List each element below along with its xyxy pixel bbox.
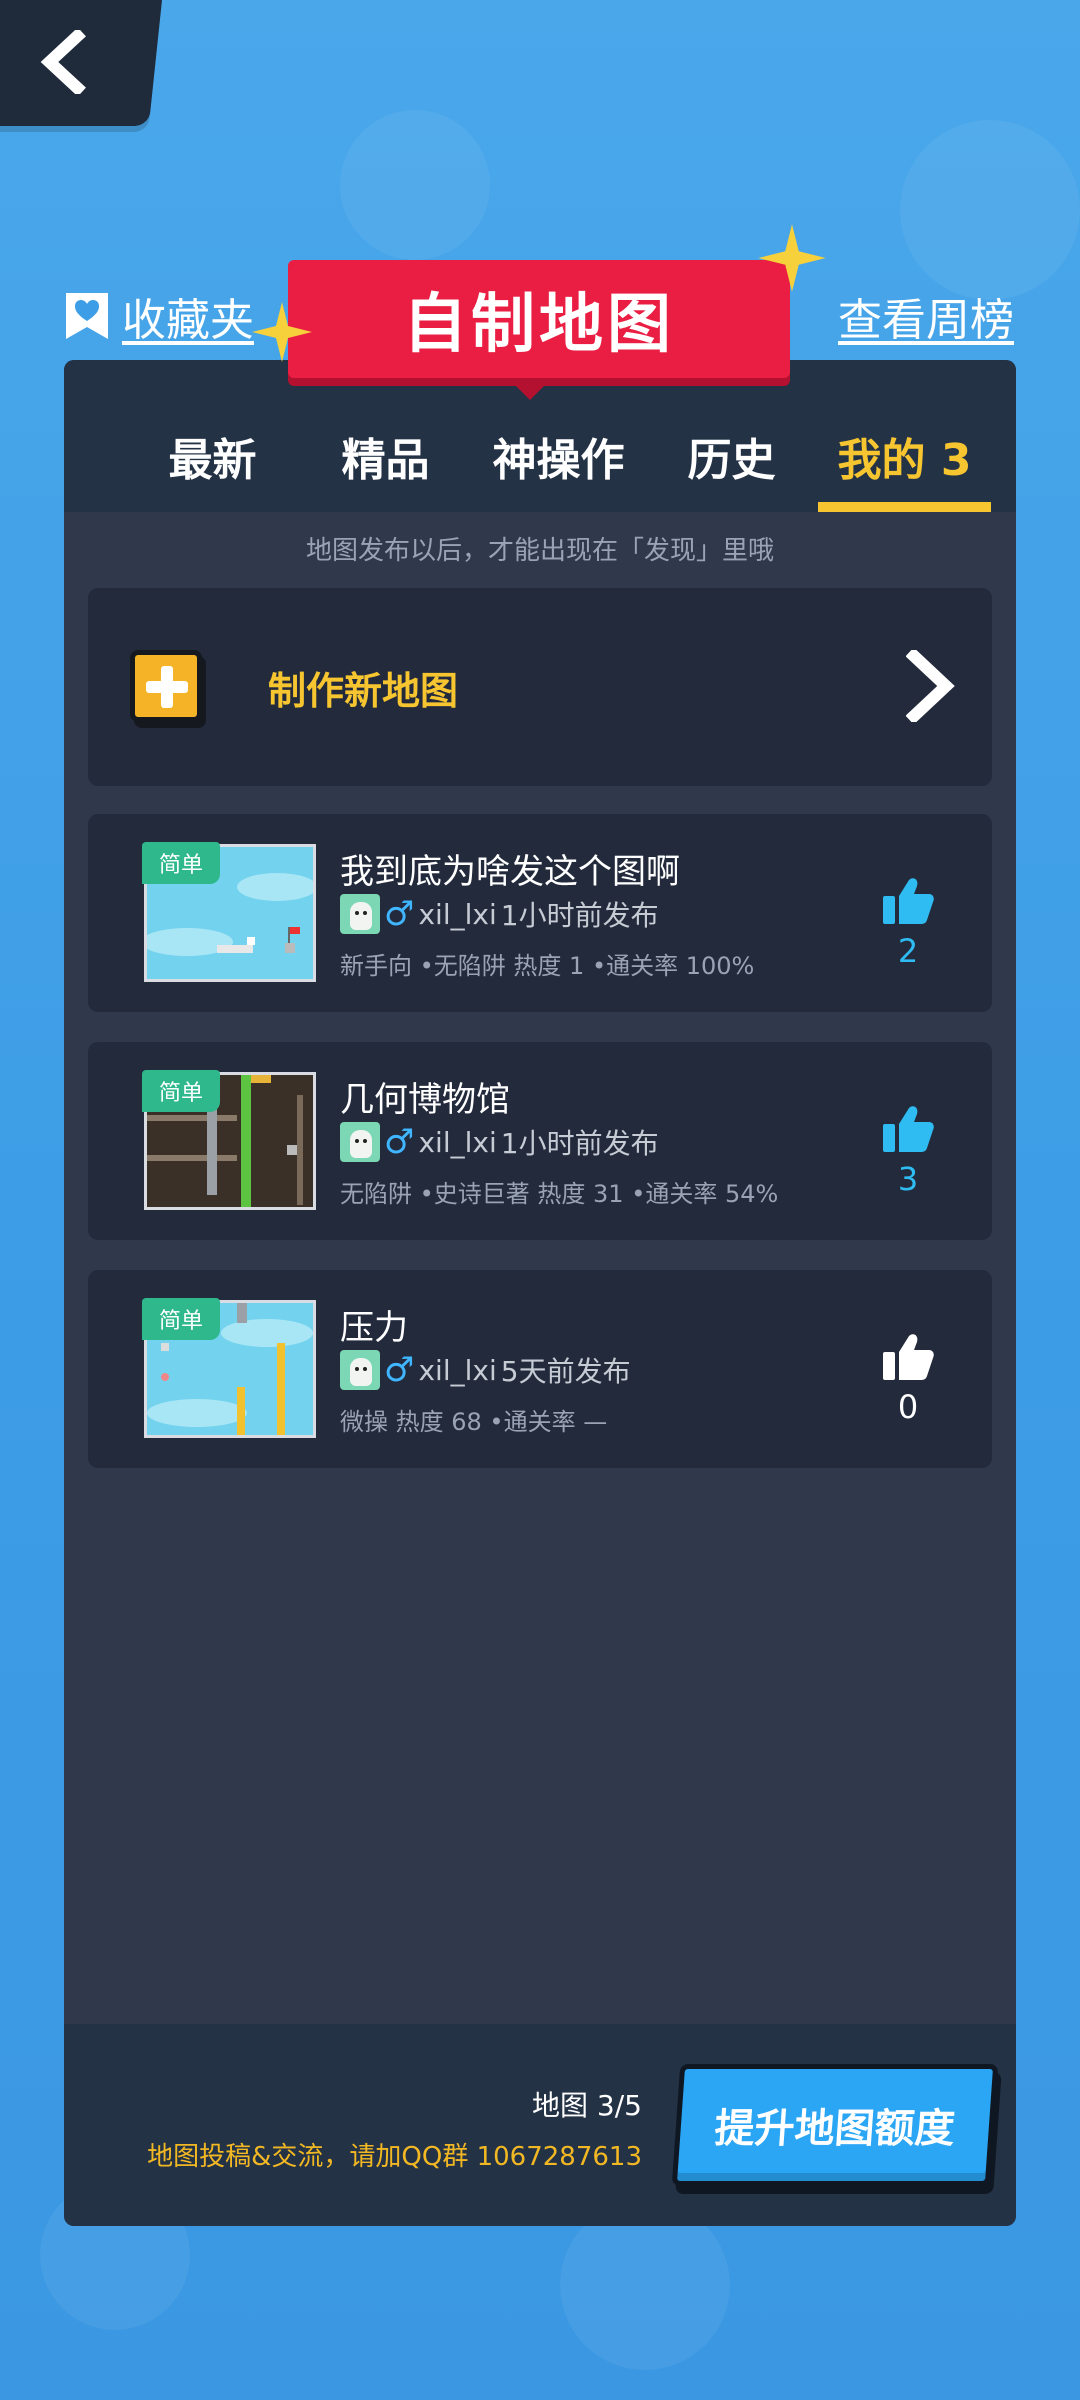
like-button[interactable]: 2 — [878, 876, 938, 970]
difficulty-badge: 简单 — [142, 1070, 220, 1112]
plus-icon — [130, 650, 202, 722]
banner-tail — [508, 378, 552, 400]
thumbs-up-icon — [883, 878, 934, 924]
male-icon: ♂ — [384, 1122, 415, 1162]
map-name: 我到底为啥发这个图啊 — [340, 852, 680, 892]
map-card[interactable]: 简单 几何博物馆 ♂ xil_lxi 1小时前发布 无陷阱 •史诗巨著 热度 3… — [88, 1042, 992, 1240]
sparkle-star-icon — [252, 302, 312, 362]
like-count: 3 — [897, 1160, 919, 1198]
page-title: 自制地图 — [403, 288, 675, 362]
chevron-right-icon — [906, 650, 955, 722]
publish-time: 1小时前发布 — [500, 899, 659, 932]
main-panel: 最新 精品 神操作 历史 我的 3 地图发布以后，才能出现在「发现」里哦 制作新… — [64, 360, 1016, 2226]
like-count: 2 — [897, 932, 919, 970]
back-button[interactable] — [0, 0, 162, 126]
tab-skillful[interactable]: 神操作 — [472, 360, 645, 512]
sparkle-star-icon — [758, 224, 826, 292]
difficulty-badge: 简单 — [142, 1298, 220, 1340]
publish-hint: 地图发布以后，才能出现在「发现」里哦 — [305, 536, 774, 566]
author-name: xil_lxi — [418, 897, 497, 931]
bookmark-heart-icon — [66, 293, 108, 339]
weekly-rank-link[interactable]: 查看周榜 — [838, 284, 1014, 348]
background-decoration — [340, 110, 490, 260]
avatar — [340, 1350, 380, 1390]
tab-latest[interactable]: 最新 — [126, 360, 299, 512]
background-decoration — [900, 120, 1080, 300]
thumbs-up-icon — [883, 1334, 934, 1380]
thumbs-up-icon — [883, 1106, 934, 1152]
author-name: xil_lxi — [418, 1125, 497, 1159]
map-stats: 微操 热度 68 •通关率 — — [340, 1408, 608, 1436]
create-map-label: 制作新地图 — [268, 669, 459, 713]
male-icon: ♂ — [384, 894, 415, 934]
back-arrow-icon — [40, 30, 86, 94]
panel-footer: 地图 3/5 地图投稿&交流，请加QQ群 1067287613 提升地图额度 — [64, 2024, 1016, 2226]
create-map-button[interactable]: 制作新地图 — [88, 588, 992, 786]
publish-time: 5天前发布 — [500, 1355, 631, 1388]
map-author-row: ♂ xil_lxi 5天前发布 — [340, 1350, 631, 1390]
map-card[interactable]: 简单 我到底为啥发这个图啊 ♂ xil_lxi 1小时前发布 新手向 •无陷阱 … — [88, 814, 992, 1012]
map-quota: 地图 3/5 — [532, 2089, 642, 2122]
like-button[interactable]: 0 — [878, 1332, 938, 1426]
map-stats: 新手向 •无陷阱 热度 1 •通关率 100% — [340, 952, 755, 980]
map-author-row: ♂ xil_lxi 1小时前发布 — [340, 1122, 659, 1162]
map-name: 几何博物馆 — [340, 1080, 510, 1120]
tab-mine[interactable]: 我的 3 — [818, 360, 991, 512]
like-count: 0 — [897, 1388, 919, 1426]
favorites-link[interactable]: 收藏夹 — [64, 284, 254, 348]
publish-time: 1小时前发布 — [500, 1127, 659, 1160]
favorites-label: 收藏夹 — [122, 295, 254, 346]
map-author-row: ♂ xil_lxi 1小时前发布 — [340, 894, 659, 934]
author-name: xil_lxi — [418, 1353, 497, 1387]
tab-featured[interactable]: 精品 — [299, 360, 472, 512]
avatar — [340, 894, 380, 934]
tab-history[interactable]: 历史 — [645, 360, 818, 512]
map-stats: 无陷阱 •史诗巨著 热度 31 •通关率 54% — [340, 1180, 779, 1208]
difficulty-badge: 简单 — [142, 842, 220, 884]
map-card[interactable]: 简单 压力 ♂ xil_lxi 5天前发布 微操 热度 68 •通关率 — 0 — [88, 1270, 992, 1468]
qq-group-info: 地图投稿&交流，请加QQ群 1067287613 — [147, 2142, 642, 2172]
avatar — [340, 1122, 380, 1162]
male-icon: ♂ — [384, 1350, 415, 1390]
map-name: 压力 — [340, 1308, 408, 1348]
like-button[interactable]: 3 — [878, 1104, 938, 1198]
title-banner: 自制地图 — [288, 260, 790, 400]
upgrade-quota-button[interactable]: 提升地图额度 — [671, 2064, 999, 2186]
